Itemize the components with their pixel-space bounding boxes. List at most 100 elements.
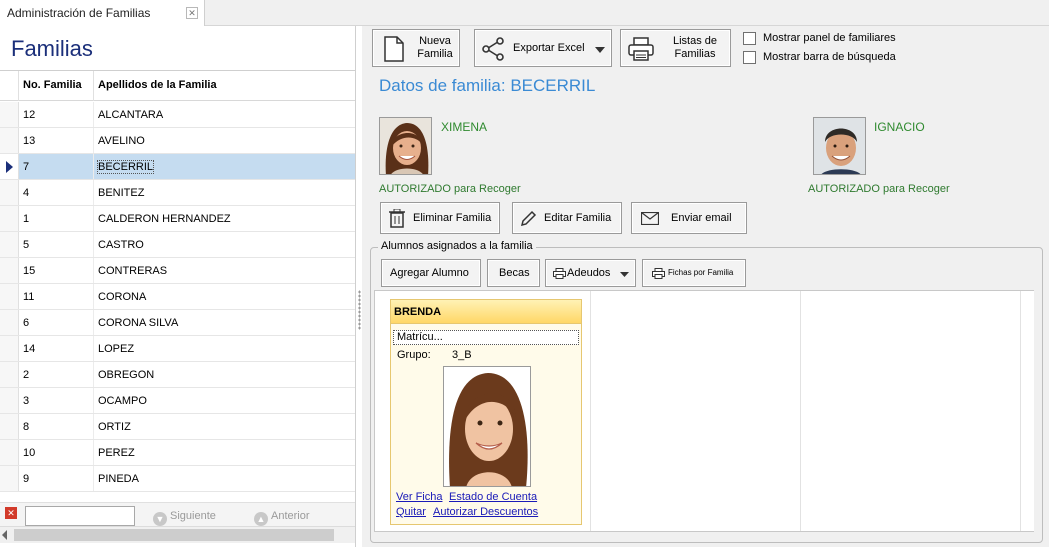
chevron-down-icon [620, 272, 629, 277]
table-row[interactable]: 6 CORONA SILVA [0, 310, 355, 336]
table-row[interactable]: 9 PINEDA [0, 466, 355, 492]
scroll-thumb[interactable] [14, 529, 334, 541]
table-row[interactable]: 10 PEREZ [0, 440, 355, 466]
close-icon[interactable]: ✕ [186, 7, 198, 19]
student-cards-area: BRENDA Matrícu... Grupo: 3_B Ver Ficha E… [374, 290, 1034, 532]
table-row[interactable]: 1 CALDERON HERNANDEZ [0, 206, 355, 232]
estado-de-cuenta-link[interactable]: Estado de Cuenta [449, 491, 537, 503]
delete-family-button[interactable]: Eliminar Familia [380, 202, 500, 234]
cell-divider [93, 180, 94, 205]
row-indicator[interactable] [0, 440, 19, 465]
vertical-scrollbar[interactable] [1020, 291, 1034, 531]
row-indicator-header [0, 71, 19, 101]
cell-divider [93, 128, 94, 153]
envelope-icon [641, 212, 659, 225]
column-divider [590, 291, 591, 531]
row-indicator[interactable] [0, 128, 19, 153]
checkbox-box[interactable] [743, 32, 756, 45]
next-button[interactable]: ▼ Siguiente [153, 506, 216, 526]
previous-button[interactable]: ▲ Anterior [254, 506, 310, 526]
search-input[interactable] [25, 506, 135, 526]
row-indicator[interactable] [0, 414, 19, 439]
cell-family-surname: CONTRERAS [98, 265, 168, 277]
table-row[interactable]: 11 CORONA [0, 284, 355, 310]
table-row[interactable]: 7 BECERRIL [0, 154, 355, 180]
parent-photo-ignacio[interactable] [813, 117, 866, 175]
row-indicator[interactable] [0, 154, 19, 179]
tab-administracion-familias[interactable]: Administración de Familias ✕ [0, 0, 205, 26]
row-indicator[interactable] [0, 362, 19, 387]
cell-family-number: 14 [23, 343, 36, 355]
autorizar-descuentos-link[interactable]: Autorizar Descuentos [433, 506, 538, 518]
add-student-button[interactable]: Agregar Alumno [381, 259, 481, 287]
cell-divider [93, 466, 94, 491]
cell-divider [93, 440, 94, 465]
row-indicator[interactable] [0, 206, 19, 231]
cell-divider [93, 154, 94, 179]
scroll-left-icon[interactable] [2, 530, 7, 540]
new-family-button[interactable]: Nueva Familia [372, 29, 460, 67]
cell-divider [93, 258, 94, 283]
edit-family-label: Editar Familia [544, 212, 612, 224]
cell-family-number: 4 [23, 187, 30, 199]
row-indicator[interactable] [0, 388, 19, 413]
fichas-por-familia-button[interactable]: Fichas por Familia [642, 259, 746, 287]
edit-family-button[interactable]: Editar Familia [512, 202, 622, 234]
matricula-field[interactable]: Matrícu... [393, 330, 579, 345]
parent-name-ignacio: IGNACIO [874, 120, 925, 134]
cell-family-surname: CASTRO [98, 239, 144, 251]
row-indicator[interactable] [0, 466, 19, 491]
table-row[interactable]: 12 ALCANTARA [0, 102, 355, 128]
checkbox-box[interactable] [743, 51, 756, 64]
adeudos-label: Adeudos [567, 267, 611, 279]
cell-family-number: 12 [23, 109, 36, 121]
cell-family-surname: LOPEZ [98, 343, 135, 355]
close-search-icon[interactable]: ✕ [5, 507, 17, 519]
table-row[interactable]: 3 OCAMPO [0, 388, 355, 414]
tab-strip: Administración de Familias ✕ [0, 0, 1049, 26]
row-indicator[interactable] [0, 102, 19, 127]
table-row[interactable]: 8 ORTIZ [0, 414, 355, 440]
send-email-button[interactable]: Enviar email [631, 202, 747, 234]
row-indicator[interactable] [0, 258, 19, 283]
family-lists-button[interactable]: Listas de Familias [620, 29, 731, 67]
students-group-title: Alumnos asignados a la familia [378, 240, 536, 252]
family-details-title: Datos de familia: BECERRIL [379, 76, 596, 95]
family-lists-label: Listas de Familias [672, 35, 718, 60]
grid-header: No. Familia Apellidos de la Familia [0, 71, 355, 101]
cell-family-surname: CALDERON HERNANDEZ [98, 213, 231, 225]
table-row[interactable]: 4 BENITEZ [0, 180, 355, 206]
student-card-header: BRENDA [391, 300, 581, 324]
row-indicator[interactable] [0, 232, 19, 257]
table-row[interactable]: 2 OBREGON [0, 362, 355, 388]
row-indicator[interactable] [0, 180, 19, 205]
quitar-link[interactable]: Quitar [396, 506, 426, 518]
export-excel-button[interactable]: Exportar Excel [474, 29, 612, 67]
student-photo[interactable] [443, 366, 531, 487]
table-row[interactable]: 13 AVELINO [0, 128, 355, 154]
horizontal-scrollbar[interactable] [0, 526, 355, 543]
search-bar: ✕ ▼ Siguiente ▲ Anterior [0, 502, 355, 526]
splitter-handle[interactable] [358, 290, 361, 330]
table-row[interactable]: 14 LOPEZ [0, 336, 355, 362]
new-family-label: Nueva Familia [417, 35, 453, 60]
page-title: Familias [11, 36, 93, 61]
add-student-label: Agregar Alumno [390, 267, 469, 279]
ver-ficha-link[interactable]: Ver Ficha [396, 491, 442, 503]
table-row[interactable]: 15 CONTRERAS [0, 258, 355, 284]
previous-label: Anterior [271, 510, 310, 522]
parent-photo-ximena[interactable] [379, 117, 432, 175]
table-row[interactable]: 5 CASTRO [0, 232, 355, 258]
cell-family-surname: OCAMPO [98, 395, 147, 407]
row-indicator[interactable] [0, 284, 19, 309]
row-indicator[interactable] [0, 336, 19, 361]
row-indicator[interactable] [0, 310, 19, 335]
tab-title: Administración de Familias [7, 6, 151, 20]
column-header-apellidos[interactable]: Apellidos de la Familia [98, 79, 217, 91]
cell-family-number: 7 [23, 161, 30, 173]
arrow-up-icon: ▲ [254, 512, 268, 526]
column-header-no-familia[interactable]: No. Familia [23, 79, 82, 91]
adeudos-button[interactable]: Adeudos [545, 259, 636, 287]
becas-button[interactable]: Becas [487, 259, 540, 287]
grid-rows: 12 ALCANTARA 13 AVELINO 7 BECERRIL 4 BENITEZ 1 CA… [0, 102, 355, 492]
